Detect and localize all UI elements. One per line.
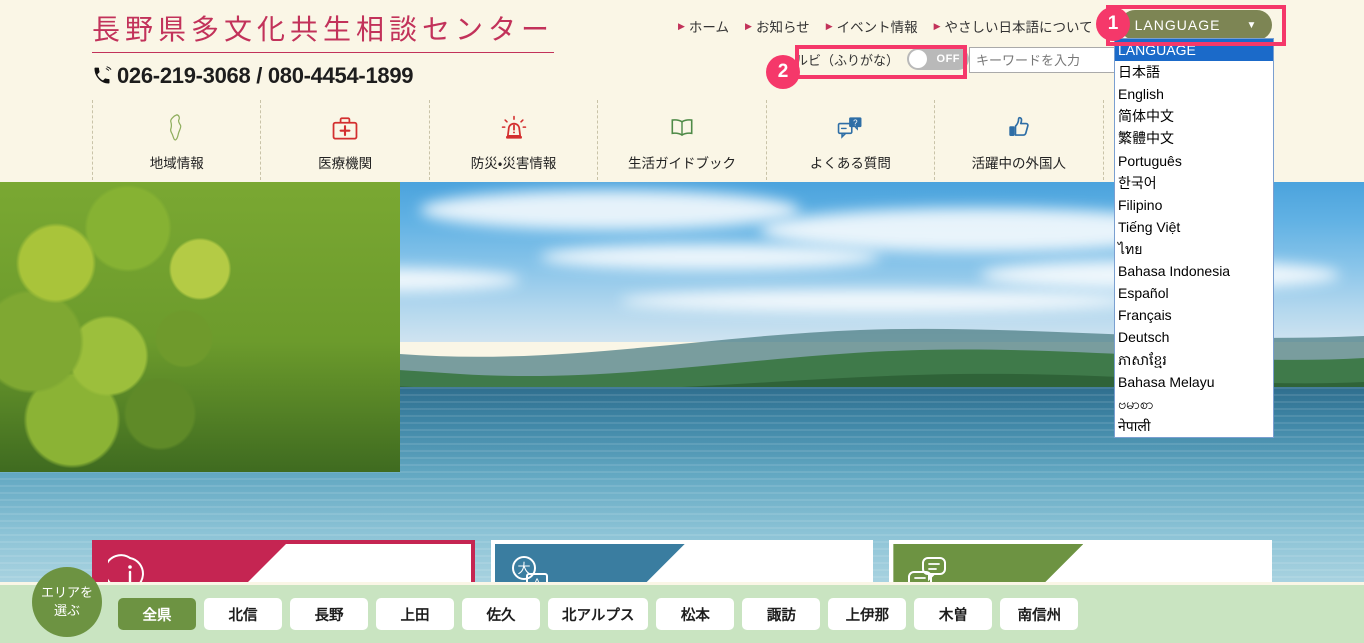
annotation-badge-2: 2	[766, 55, 800, 89]
page-root: 長野県多文化共生相談センター 026-219-3068 / 080-4454-1…	[0, 0, 1364, 643]
chevron-down-icon: ▼	[1246, 19, 1258, 31]
hero-forest-left	[0, 182, 400, 472]
icon-menu: 地域情報 医療機関 防災・災害情報 生活ガイドブック ? よくある質問 活躍中の…	[92, 100, 1272, 180]
area-button-kiso[interactable]: 木曽	[914, 598, 993, 630]
icon-menu-label: よくある質問	[809, 155, 891, 171]
area-button-list: 全県 北信 長野 上田 佐久 北アルプス 松本 諏訪 上伊那 木曽 南信州	[118, 598, 1079, 630]
area-select-badge: エリアを 選ぶ	[32, 567, 102, 637]
area-button-kami-ina[interactable]: 上伊那	[828, 598, 907, 630]
language-option-indonesian[interactable]: Bahasa Indonesia	[1115, 260, 1273, 282]
feature-card-japanese-class[interactable]: 大 A 日本語教室 詳しい情報 ▶	[490, 540, 874, 582]
chevron-right-icon: ▶	[825, 20, 833, 31]
language-option-french[interactable]: Français	[1115, 304, 1273, 326]
language-option-english[interactable]: English	[1115, 83, 1273, 105]
phone-icon	[92, 66, 112, 86]
forest-fade	[310, 182, 400, 472]
icon-menu-item-active-foreigners[interactable]: 活躍中の外国人	[934, 100, 1102, 180]
area-button-ueda[interactable]: 上田	[376, 598, 454, 630]
icon-menu-label: 医療機関	[318, 155, 373, 171]
language-option-korean[interactable]: 한국어	[1115, 172, 1273, 194]
language-option-nepali[interactable]: नेपाली	[1115, 415, 1273, 437]
icon-menu-item-disaster[interactable]: 防災・災害情報	[428, 100, 597, 180]
language-option-language[interactable]: LANGUAGE	[1115, 39, 1273, 62]
language-option-portuguese[interactable]: Português	[1115, 150, 1273, 172]
area-button-zenken[interactable]: 全県	[118, 598, 196, 630]
phone-number-block: 026-219-3068 / 080-4454-1899	[92, 63, 512, 89]
topnav-item-events[interactable]: ▶ イベント情報	[826, 16, 918, 36]
language-button-label: LANGUAGE	[1134, 17, 1221, 33]
icon-menu-item-faq[interactable]: ? よくある質問	[765, 100, 934, 180]
feature-cards: 市町村外国人住民 相談窓口 詳しい情報 ▶	[0, 540, 1364, 582]
chevron-right-icon: ▶	[933, 20, 941, 31]
ruby-toggle-state: OFF	[936, 53, 961, 65]
area-button-minami-shinshu[interactable]: 南信州	[1000, 598, 1079, 630]
ruby-furigana-toggle[interactable]: ルビ（ふりがな） OFF	[795, 48, 970, 70]
thumbs-up-icon	[1004, 109, 1034, 143]
topnav-label: やさしい日本語について	[944, 20, 1093, 35]
topnav-item-home[interactable]: ▶ ホーム	[678, 16, 729, 36]
icon-menu-label: 活躍中の外国人	[971, 155, 1067, 171]
faq-speech-bubble-icon: ?	[835, 109, 865, 143]
topnav-item-news[interactable]: ▶ お知らせ	[745, 16, 810, 36]
ruby-toggle-label: ルビ（ふりがな）	[795, 52, 900, 68]
language-option-german[interactable]: Deutsch	[1115, 326, 1273, 348]
topnav-item-easy-japanese[interactable]: ▶ やさしい日本語について	[934, 16, 1093, 36]
language-option-burmese[interactable]: ဗမာစာ	[1115, 393, 1273, 415]
feature-card-community[interactable]: 国際交流団体 地域コミュニティ 詳しい情報 ▶	[889, 540, 1273, 582]
feature-card-consultation[interactable]: 市町村外国人住民 相談窓口 詳しい情報 ▶	[92, 540, 475, 582]
area-selector-bar: エリアを 選ぶ 全県 北信 長野 上田 佐久 北アルプス 松本 諏訪 上伊那 木…	[0, 567, 1364, 643]
language-option-khmer[interactable]: ភាសាខ្មែរ	[1115, 349, 1273, 371]
icon-menu-item-medical[interactable]: 医療機関	[260, 100, 428, 180]
language-option-spanish[interactable]: Español	[1115, 282, 1273, 304]
svg-text:?: ?	[853, 118, 858, 127]
ruby-toggle-switch[interactable]: OFF	[907, 48, 970, 70]
language-option-filipino[interactable]: Filipino	[1115, 194, 1273, 216]
language-option-thai[interactable]: ไทย	[1115, 238, 1273, 260]
icon-menu-label: 地域情報	[149, 155, 204, 171]
topnav-label: お知らせ	[755, 20, 810, 35]
language-button[interactable]: LANGUAGE ▼	[1120, 10, 1272, 40]
language-option-simplified-chinese[interactable]: 简体中文	[1115, 105, 1273, 127]
alarm-siren-icon	[499, 109, 529, 143]
language-option-malay[interactable]: Bahasa Melayu	[1115, 371, 1273, 393]
icon-menu-label: 防災・災害情報	[470, 155, 557, 171]
chevron-right-icon: ▶	[745, 20, 752, 31]
language-dropdown-list[interactable]: LANGUAGE 日本語 English 简体中文 繁體中文 Português…	[1114, 38, 1274, 438]
area-button-kita-alps[interactable]: 北アルプス	[548, 598, 649, 630]
area-button-matsumoto[interactable]: 松本	[656, 598, 735, 630]
area-badge-line2: 選ぶ	[53, 603, 80, 618]
chevron-right-icon: ▶	[678, 20, 685, 31]
language-option-japanese[interactable]: 日本語	[1115, 61, 1273, 83]
topnav-label: ホーム	[688, 20, 730, 35]
icon-menu-item-regional-info[interactable]: 地域情報	[92, 100, 260, 180]
map-outline-icon	[162, 109, 192, 143]
info-speech-bubble-icon	[104, 554, 152, 582]
phone-number-text: 026-219-3068 / 080-4454-1899	[117, 63, 414, 88]
top-navigation: ▶ ホーム ▶ お知らせ ▶ イベント情報 ▶ やさしい日本語について	[678, 16, 1093, 36]
translate-icon: 大 A	[507, 554, 551, 582]
area-button-suwa[interactable]: 諏訪	[742, 598, 821, 630]
svg-text:A: A	[533, 577, 541, 582]
language-option-traditional-chinese[interactable]: 繁體中文	[1115, 127, 1273, 149]
icon-menu-item-life-guidebook[interactable]: 生活ガイドブック	[597, 100, 765, 180]
language-option-vietnamese[interactable]: Tiếng Việt	[1115, 216, 1273, 238]
open-book-icon	[667, 109, 697, 143]
cloud	[420, 190, 800, 230]
annotation-badge-1: 1	[1096, 7, 1130, 41]
icon-menu-label: 生活ガイドブック	[627, 155, 736, 171]
area-button-hokushin[interactable]: 北信	[204, 598, 282, 630]
toggle-knob	[909, 50, 928, 68]
medical-bag-icon	[330, 109, 360, 143]
brand: 長野県多文化共生相談センター 026-219-3068 / 080-4454-1…	[92, 8, 555, 89]
area-button-saku[interactable]: 佐久	[462, 598, 540, 630]
area-badge-line1: エリアを	[40, 585, 93, 601]
chat-bubbles-icon	[905, 554, 949, 582]
site-title: 長野県多文化共生相談センター	[92, 8, 555, 53]
area-button-nagano[interactable]: 長野	[290, 598, 368, 630]
topnav-label: イベント情報	[836, 20, 918, 35]
cloud	[540, 244, 880, 270]
